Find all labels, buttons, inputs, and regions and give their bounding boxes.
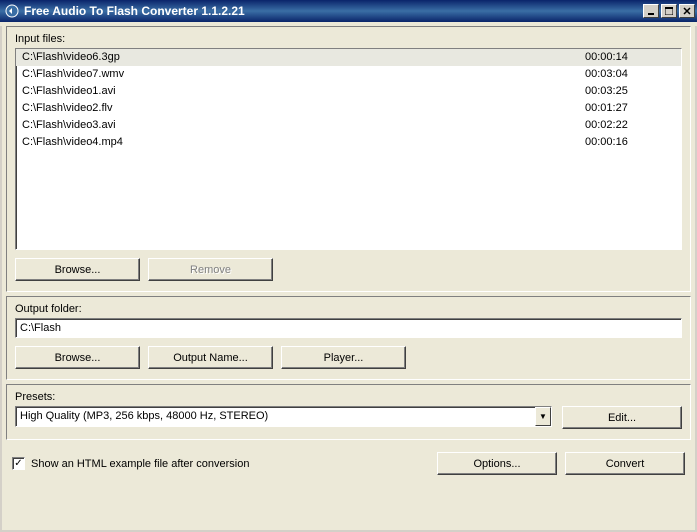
file-duration: 00:03:25: [585, 84, 675, 99]
file-duration: 00:01:27: [585, 101, 675, 116]
file-duration: 00:00:16: [585, 135, 675, 150]
file-duration: 00:00:14: [585, 50, 675, 65]
input-files-group: Input files: C:\Flash\video6.3gp 00:00:1…: [6, 26, 691, 292]
file-path: C:\Flash\video1.avi: [22, 84, 585, 99]
preset-selected-text: High Quality (MP3, 256 kbps, 48000 Hz, S…: [16, 407, 535, 426]
close-button[interactable]: [679, 4, 695, 18]
titlebar: Free Audio To Flash Converter 1.1.2.21: [0, 0, 697, 22]
browse-output-button[interactable]: Browse...: [15, 346, 140, 369]
convert-button[interactable]: Convert: [565, 452, 685, 475]
footer-row: ✓ Show an HTML example file after conver…: [2, 444, 695, 483]
client-area: Input files: C:\Flash\video6.3gp 00:00:1…: [0, 26, 697, 532]
chevron-down-icon[interactable]: ▼: [535, 407, 551, 426]
window-title: Free Audio To Flash Converter 1.1.2.21: [24, 4, 643, 18]
list-item[interactable]: C:\Flash\video2.flv 00:01:27: [16, 100, 681, 117]
file-path: C:\Flash\video6.3gp: [22, 50, 585, 65]
list-item[interactable]: C:\Flash\video6.3gp 00:00:14: [16, 49, 681, 66]
window-controls: [643, 4, 695, 18]
output-buttons-row: Browse... Output Name... Player...: [15, 346, 682, 369]
presets-group: Presets: High Quality (MP3, 256 kbps, 48…: [6, 384, 691, 440]
input-files-label: Input files:: [15, 33, 682, 45]
list-item[interactable]: C:\Flash\video1.avi 00:03:25: [16, 83, 681, 100]
list-item[interactable]: C:\Flash\video7.wmv 00:03:04: [16, 66, 681, 83]
file-duration: 00:03:04: [585, 67, 675, 82]
file-path: C:\Flash\video2.flv: [22, 101, 585, 116]
footer-buttons: Options... Convert: [437, 452, 685, 475]
list-item[interactable]: C:\Flash\video4.mp4 00:00:16: [16, 134, 681, 151]
maximize-button[interactable]: [661, 4, 677, 18]
app-icon: [4, 3, 20, 19]
show-html-label: Show an HTML example file after conversi…: [31, 458, 249, 470]
minimize-button[interactable]: [643, 4, 659, 18]
file-path: C:\Flash\video4.mp4: [22, 135, 585, 150]
checkbox-icon: ✓: [12, 457, 25, 470]
remove-button[interactable]: Remove: [148, 258, 273, 281]
options-button[interactable]: Options...: [437, 452, 557, 475]
output-name-button[interactable]: Output Name...: [148, 346, 273, 369]
browse-input-button[interactable]: Browse...: [15, 258, 140, 281]
file-duration: 00:02:22: [585, 118, 675, 133]
input-files-listbox[interactable]: C:\Flash\video6.3gp 00:00:14 C:\Flash\vi…: [15, 48, 682, 250]
output-folder-group: Output folder: Browse... Output Name... …: [6, 296, 691, 380]
preset-select[interactable]: High Quality (MP3, 256 kbps, 48000 Hz, S…: [15, 406, 552, 427]
list-item[interactable]: C:\Flash\video3.avi 00:02:22: [16, 117, 681, 134]
player-button[interactable]: Player...: [281, 346, 406, 369]
file-path: C:\Flash\video7.wmv: [22, 67, 585, 82]
output-folder-input[interactable]: [15, 318, 682, 338]
show-html-checkbox-wrap[interactable]: ✓ Show an HTML example file after conver…: [12, 457, 437, 470]
output-folder-label: Output folder:: [15, 303, 682, 315]
presets-label: Presets:: [15, 391, 682, 403]
presets-row: High Quality (MP3, 256 kbps, 48000 Hz, S…: [15, 406, 682, 429]
input-buttons-row: Browse... Remove: [15, 258, 682, 281]
file-path: C:\Flash\video3.avi: [22, 118, 585, 133]
edit-preset-button[interactable]: Edit...: [562, 406, 682, 429]
